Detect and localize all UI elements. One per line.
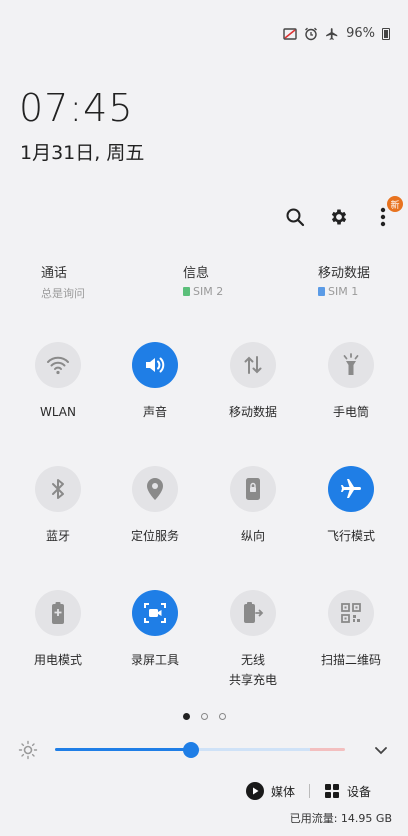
gear-icon[interactable] bbox=[328, 206, 350, 228]
tile-mobile-data-label: 移动数据 bbox=[228, 405, 277, 419]
search-icon[interactable] bbox=[284, 206, 306, 228]
qr-scan-icon bbox=[328, 590, 374, 636]
tile-orientation[interactable]: 纵向 bbox=[205, 466, 301, 546]
sim-messages-value: SIM 2 bbox=[193, 285, 224, 298]
page-dot-3[interactable] bbox=[218, 713, 226, 720]
sound-icon bbox=[132, 342, 178, 388]
new-badge: 新 bbox=[387, 196, 403, 212]
brightness-slider[interactable] bbox=[55, 742, 345, 758]
page-indicator bbox=[0, 713, 408, 720]
screen-recorder-icon bbox=[132, 590, 178, 636]
brightness-control bbox=[18, 740, 390, 760]
flashlight-icon bbox=[328, 342, 374, 388]
power-mode-icon bbox=[35, 590, 81, 636]
battery-icon bbox=[382, 27, 390, 40]
tile-power-mode[interactable]: 用电模式 bbox=[10, 590, 106, 670]
header-actions: 新 bbox=[284, 196, 403, 228]
tile-airplane-label: 飞行模式 bbox=[326, 529, 375, 543]
wireless-powershare-icon bbox=[230, 590, 276, 636]
data-usage-text: 已用流量: 14.95 GB bbox=[289, 812, 392, 825]
brightness-sun-icon bbox=[18, 740, 38, 760]
airplane-icon bbox=[328, 466, 374, 512]
bluetooth-icon bbox=[35, 466, 81, 512]
alarm-icon bbox=[304, 27, 318, 41]
devices-grid-icon bbox=[325, 784, 340, 798]
sim-messages-title: 信息 bbox=[183, 266, 210, 281]
portrait-lock-icon bbox=[230, 466, 276, 512]
tile-sound-label: 声音 bbox=[142, 405, 167, 419]
location-icon bbox=[132, 466, 178, 512]
clock-time: 07:45 bbox=[19, 86, 134, 130]
brightness-thumb[interactable] bbox=[183, 742, 200, 758]
bottom-divider bbox=[309, 784, 311, 798]
media-label: 媒体 bbox=[271, 784, 296, 799]
battery-percent: 96% bbox=[346, 26, 375, 41]
tile-screen-recorder-label: 录屏工具 bbox=[130, 653, 179, 667]
sim-messages[interactable]: 信息 SIM 2 bbox=[183, 262, 223, 298]
sim-mobile-data[interactable]: 移动数据 SIM 1 bbox=[318, 262, 370, 298]
mobile-data-icon bbox=[230, 342, 276, 388]
chevron-down-icon[interactable] bbox=[372, 741, 390, 759]
sim2-chip-icon bbox=[183, 287, 190, 296]
tile-orientation-label: 纵向 bbox=[240, 529, 265, 543]
clock-date: 1月31日, 周五 bbox=[20, 142, 145, 164]
bottom-controls: 媒体 设备 bbox=[246, 782, 371, 800]
tile-wireless-powershare[interactable]: 无线 共享充电 bbox=[205, 590, 301, 690]
sim-messages-subtitle: SIM 2 bbox=[183, 285, 223, 298]
more-options-icon[interactable]: 新 bbox=[372, 196, 403, 228]
sim-mobile-data-subtitle: SIM 1 bbox=[318, 285, 370, 298]
tile-flashlight[interactable]: 手电筒 bbox=[303, 342, 399, 422]
devices-button[interactable]: 设备 bbox=[324, 783, 371, 800]
tile-sound[interactable]: 声音 bbox=[107, 342, 203, 422]
sim-info-row: 通话 总是询问 信息 SIM 2 移动数据 SIM 1 bbox=[0, 262, 408, 302]
brightness-fill bbox=[55, 748, 192, 751]
tile-qr-scan[interactable]: 扫描二维码 bbox=[303, 590, 399, 670]
tile-power-mode-label: 用电模式 bbox=[33, 653, 82, 667]
tile-wlan-label: WLAN bbox=[39, 405, 76, 419]
sim-mobile-data-value: SIM 1 bbox=[328, 285, 359, 298]
tile-wireless-powershare-label: 无线 共享充电 bbox=[228, 653, 277, 687]
sim-calls-value: 总是询问 bbox=[41, 287, 85, 300]
tile-mobile-data[interactable]: 移动数据 bbox=[205, 342, 301, 422]
sim1-chip-icon bbox=[318, 287, 325, 296]
sim-calls-title: 通话 bbox=[41, 266, 68, 281]
sim-mobile-data-title: 移动数据 bbox=[318, 266, 371, 281]
wifi-icon bbox=[35, 342, 81, 388]
devices-label: 设备 bbox=[347, 784, 372, 799]
tile-wlan[interactable]: WLAN bbox=[10, 342, 106, 422]
tile-airplane[interactable]: 飞行模式 bbox=[303, 466, 399, 546]
tile-flashlight-label: 手电筒 bbox=[332, 405, 369, 419]
no-sim-icon bbox=[283, 27, 297, 41]
tile-screen-recorder[interactable]: 录屏工具 bbox=[107, 590, 203, 670]
sim-calls[interactable]: 通话 总是询问 bbox=[41, 262, 85, 301]
tile-qr-scan-label: 扫描二维码 bbox=[320, 653, 381, 667]
tile-bluetooth-label: 蓝牙 bbox=[45, 529, 70, 543]
media-button[interactable]: 媒体 bbox=[246, 782, 295, 800]
tile-bluetooth[interactable]: 蓝牙 bbox=[10, 466, 106, 546]
play-icon bbox=[246, 782, 264, 800]
page-dot-1[interactable] bbox=[182, 713, 190, 720]
page-dot-2[interactable] bbox=[200, 713, 208, 720]
tile-location-label: 定位服务 bbox=[130, 529, 179, 543]
airplane-status-icon bbox=[325, 27, 339, 41]
sim-calls-subtitle: 总是询问 bbox=[41, 285, 85, 301]
tile-location[interactable]: 定位服务 bbox=[107, 466, 203, 546]
status-bar: 96% bbox=[283, 26, 390, 41]
